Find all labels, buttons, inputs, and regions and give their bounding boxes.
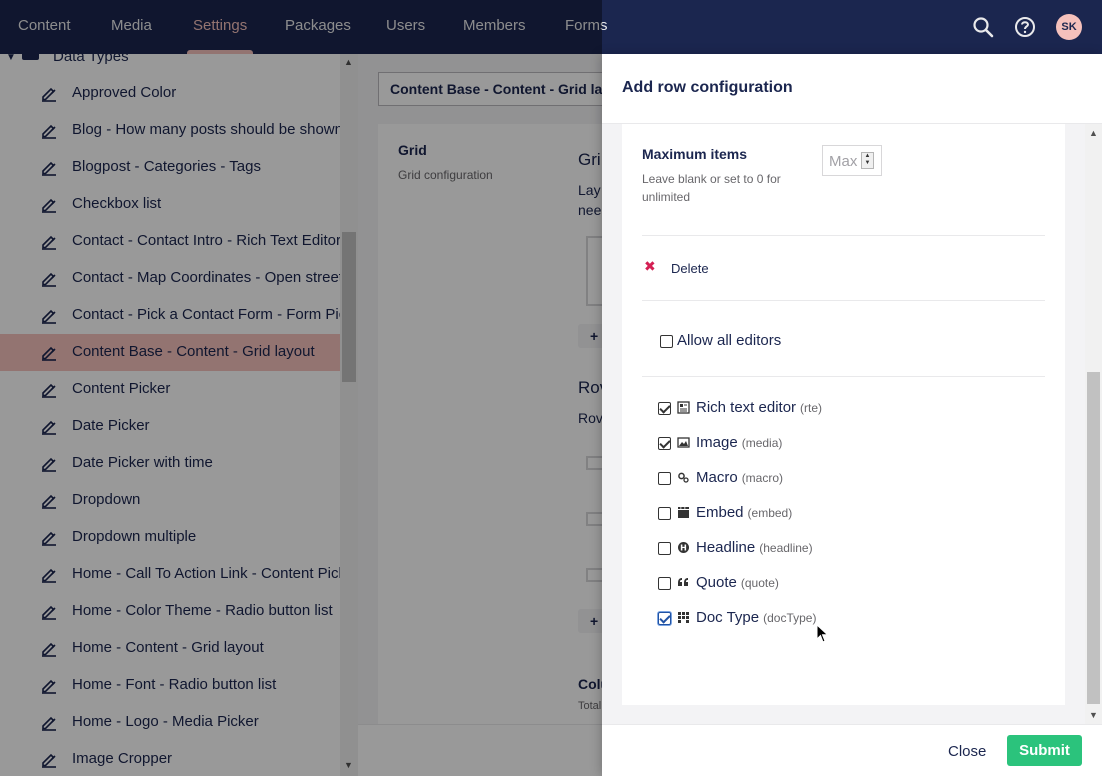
editor-option-label[interactable]: Rich text editor (rte) bbox=[696, 399, 822, 416]
editor-checkbox[interactable] bbox=[658, 612, 671, 625]
dialog-title: Add row configuration bbox=[622, 79, 793, 96]
editor-name: Headline bbox=[696, 539, 756, 556]
user-avatar[interactable]: SK bbox=[1056, 14, 1082, 40]
divider bbox=[642, 300, 1045, 301]
editor-checkbox[interactable] bbox=[658, 472, 671, 485]
editor-option-row[interactable]: Image (media) bbox=[658, 434, 1038, 456]
mouse-cursor-icon bbox=[816, 624, 829, 643]
modal-backdrop[interactable] bbox=[0, 0, 602, 776]
editor-option-label[interactable]: Embed (embed) bbox=[696, 504, 792, 521]
help-icon[interactable] bbox=[1014, 16, 1036, 38]
editor-option-row[interactable]: Quote (quote) bbox=[658, 574, 1038, 596]
editor-option-row[interactable]: H Headline (headline) bbox=[658, 539, 1038, 561]
editor-option-row[interactable]: Macro (macro) bbox=[658, 469, 1038, 491]
max-items-label: Maximum items bbox=[642, 146, 748, 162]
doctype-icon bbox=[678, 612, 689, 623]
editor-alias: (headline) bbox=[759, 541, 813, 555]
editor-option-label[interactable]: Headline (headline) bbox=[696, 539, 813, 556]
row-configuration-dialog: Add row configuration Maximum items Leav… bbox=[602, 54, 1102, 776]
divider bbox=[642, 376, 1045, 377]
embed-icon bbox=[678, 507, 689, 518]
allow-all-editors-label[interactable]: Allow all editors bbox=[677, 332, 781, 349]
quote-icon bbox=[678, 578, 688, 586]
close-button[interactable]: Close bbox=[948, 743, 986, 760]
max-items-placeholder: Max bbox=[829, 153, 858, 170]
headline-icon: H bbox=[678, 542, 689, 553]
scroll-up-icon[interactable]: ▲ bbox=[1089, 128, 1098, 138]
editor-alias: (quote) bbox=[740, 576, 779, 590]
editor-option-row[interactable]: Rich text editor (rte) bbox=[658, 399, 1038, 421]
delete-icon[interactable]: ✖ bbox=[644, 258, 656, 275]
editor-checkbox[interactable] bbox=[658, 542, 671, 555]
editor-option-row[interactable]: Embed (embed) bbox=[658, 504, 1038, 526]
allow-all-editors-checkbox[interactable] bbox=[660, 335, 673, 348]
image-icon bbox=[677, 437, 690, 448]
editor-checkbox[interactable] bbox=[658, 402, 671, 415]
max-items-description: Leave blank or set to 0 for unlimited bbox=[642, 172, 781, 204]
dialog-scrollbar[interactable]: ▲ ▼ bbox=[1085, 124, 1102, 724]
dialog-scroll-thumb[interactable] bbox=[1087, 372, 1100, 704]
editor-name: Rich text editor bbox=[696, 399, 797, 416]
editor-checkbox[interactable] bbox=[658, 437, 671, 450]
editor-option-label[interactable]: Doc Type (docType) bbox=[696, 609, 816, 626]
rte-icon bbox=[677, 401, 690, 414]
dialog-footer: Close Submit bbox=[602, 724, 1102, 776]
scroll-down-icon[interactable]: ▼ bbox=[1089, 710, 1098, 720]
macro-icon bbox=[678, 472, 689, 483]
svg-text:H: H bbox=[680, 544, 687, 553]
editor-option-label[interactable]: Quote (quote) bbox=[696, 574, 779, 591]
search-icon[interactable] bbox=[972, 16, 994, 38]
dialog-header: Add row configuration bbox=[602, 54, 1102, 124]
editor-option-label[interactable]: Image (media) bbox=[696, 434, 782, 451]
editor-alias: (docType) bbox=[763, 611, 817, 625]
editor-alias: (macro) bbox=[741, 471, 784, 485]
editor-alias: (embed) bbox=[747, 506, 793, 520]
dialog-content: Maximum items Leave blank or set to 0 fo… bbox=[622, 124, 1065, 705]
editor-alias: (rte) bbox=[800, 401, 823, 415]
submit-button[interactable]: Submit bbox=[1007, 735, 1082, 766]
editor-name: Embed bbox=[696, 504, 744, 521]
editor-name: Doc Type bbox=[696, 609, 760, 626]
divider bbox=[642, 235, 1045, 236]
delete-row-link[interactable]: Delete bbox=[671, 261, 709, 276]
editor-name: Image bbox=[696, 434, 738, 451]
editor-name: Macro bbox=[696, 469, 738, 486]
editor-checkbox[interactable] bbox=[658, 507, 671, 520]
editor-option-label[interactable]: Macro (macro) bbox=[696, 469, 783, 486]
editor-alias: (media) bbox=[741, 436, 783, 450]
number-spinner-icon[interactable]: ▲ ▼ bbox=[861, 152, 874, 169]
editor-name: Quote bbox=[696, 574, 737, 591]
max-items-input[interactable]: Max ▲ ▼ bbox=[822, 145, 882, 176]
editor-option-row[interactable]: Doc Type (docType) bbox=[658, 609, 1038, 631]
editor-checkbox[interactable] bbox=[658, 577, 671, 590]
